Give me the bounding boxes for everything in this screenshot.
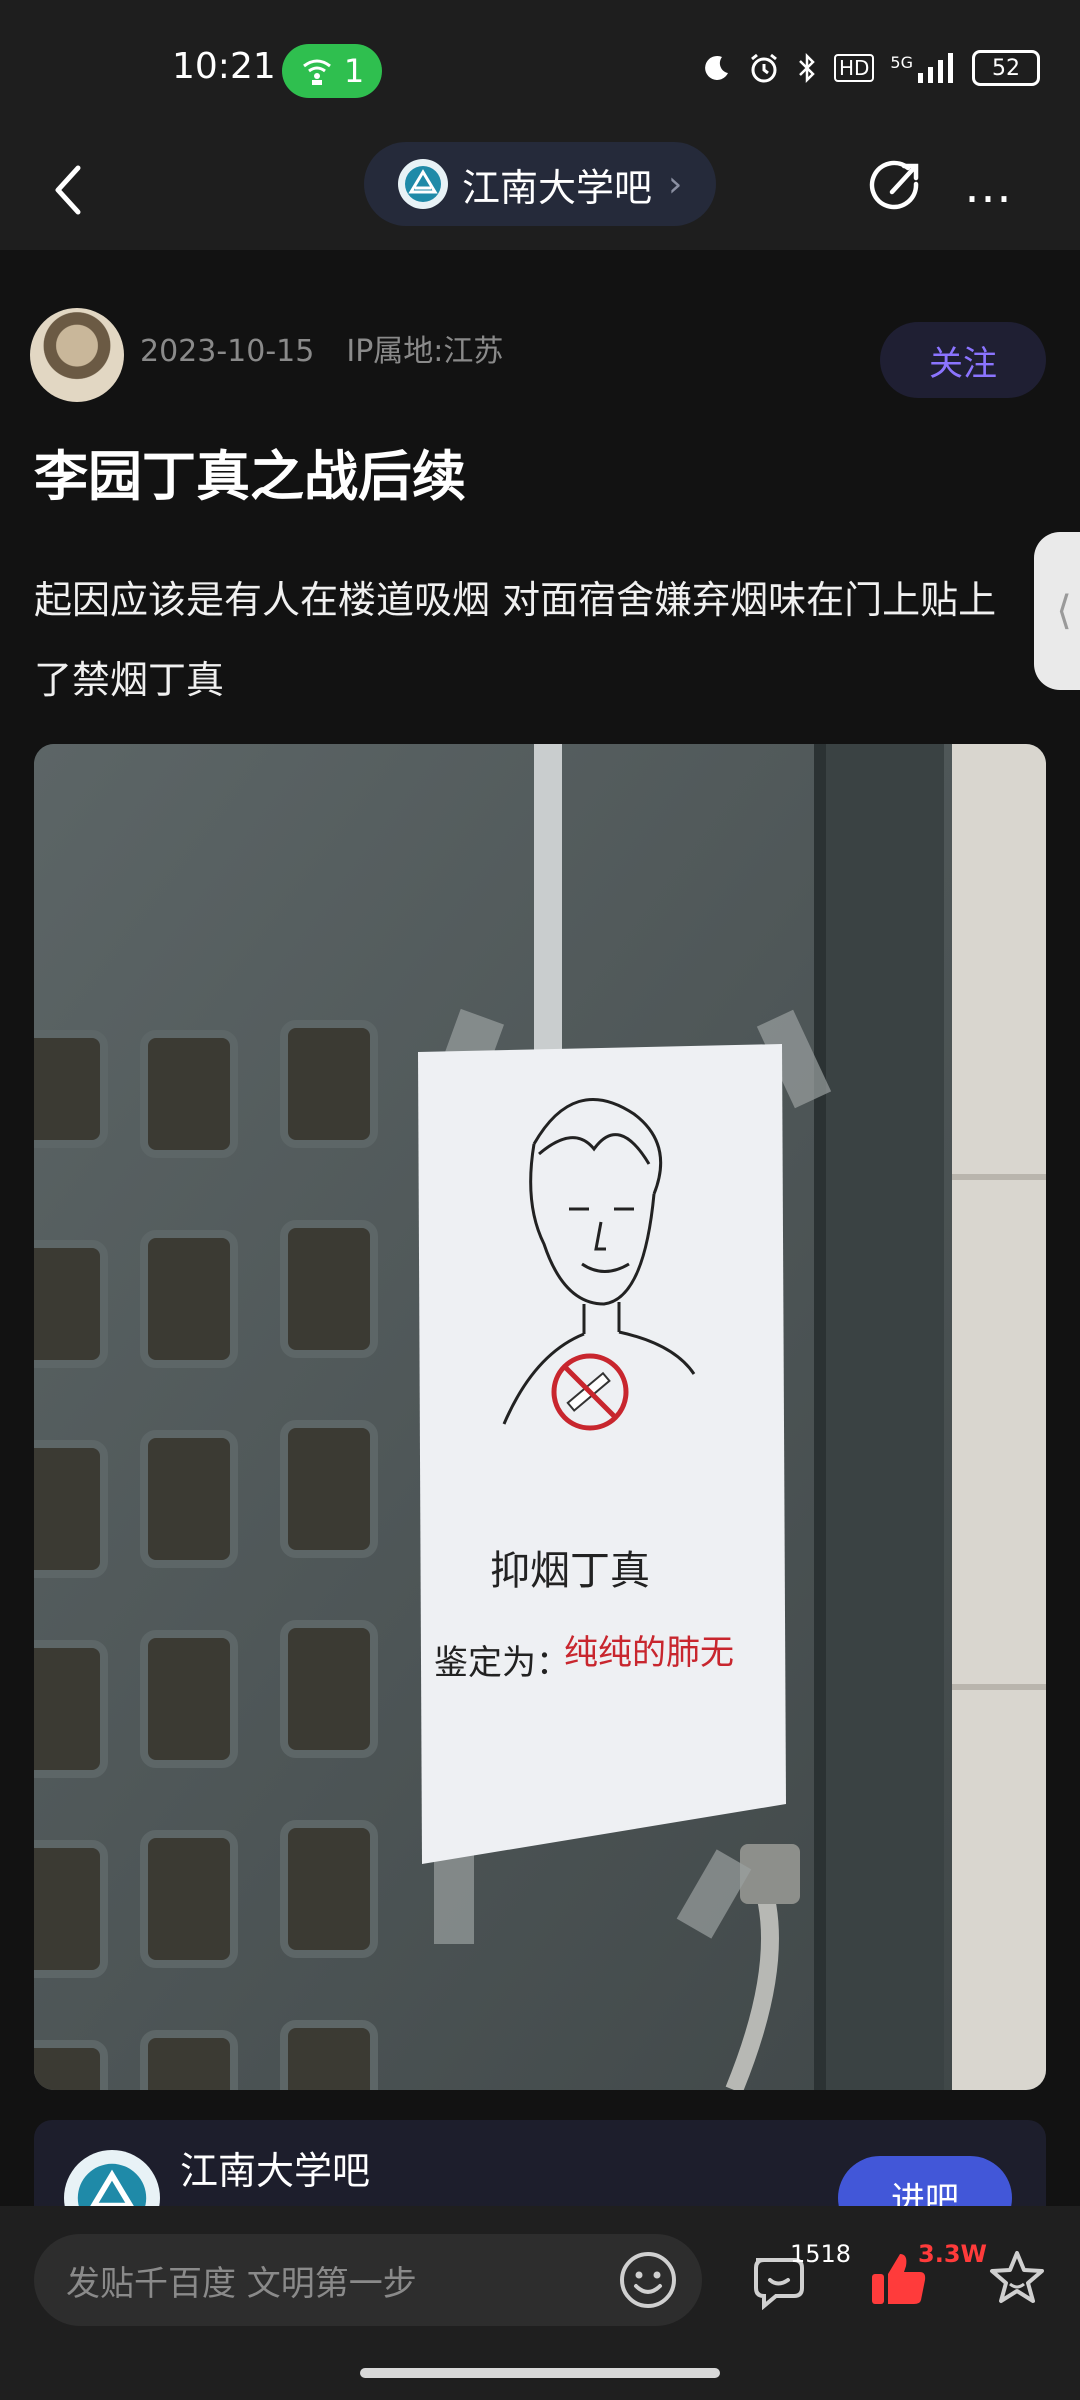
forum-header-pill[interactable]: 江南大学吧 › [364,142,716,226]
post-body: 起因应该是有人在楼道吸烟 对面宿舍嫌弃烟味在门上贴上了禁烟丁真 [34,578,997,702]
forum-logo [398,159,448,209]
hotspot-badge[interactable]: 1 [282,44,382,98]
emoji-icon[interactable] [618,2250,678,2310]
ip-location: IP属地:江苏 [346,334,504,369]
poster-line2-label: 鉴定为： [434,1643,570,1683]
post-image[interactable]: 抑烟丁真 鉴定为： 纯纯的肺无 [34,744,1046,2090]
hotspot-icon [302,59,331,85]
status-time: 10:21 [172,46,276,87]
post-title: 李园丁真之战后续 [34,445,466,508]
more-icon[interactable]: ⋯ [964,170,1018,226]
status-icons: HD 5G 52 [702,50,1040,86]
like-count: 3.3W [918,2240,987,2268]
post-meta: 2023-10-15 IP属地:江苏 [140,326,535,370]
hd-badge: HD [833,54,875,82]
forum-name: 江南大学吧 [462,165,653,210]
star-icon[interactable] [986,2248,1048,2310]
author-avatar[interactable] [30,308,124,402]
battery-indicator: 52 [972,50,1040,86]
forum-card-name: 江南大学吧 [180,2149,371,2193]
poster-line1: 抑烟丁真 [490,1548,650,1594]
home-indicator[interactable] [360,2368,720,2378]
comment-count: 1518 [790,2240,852,2268]
bluetooth-icon [799,52,815,84]
follow-button[interactable]: 关注 [880,322,1046,398]
network-type: 5G [890,53,956,83]
post-date: 2023-10-15 [140,334,315,369]
back-arrow-icon[interactable] [50,160,90,220]
alarm-icon [751,53,777,83]
hotspot-count: 1 [343,52,365,90]
signal-icon [918,53,953,83]
poster-line2-red: 纯纯的肺无 [564,1633,734,1673]
chevron-right-icon: › [668,163,683,205]
moon-icon [705,55,728,80]
side-drawer-handle[interactable]: ⟨ [1034,532,1080,690]
comment-input[interactable]: 发贴千百度 文明第一步 [34,2234,702,2326]
share-icon[interactable] [868,158,924,214]
